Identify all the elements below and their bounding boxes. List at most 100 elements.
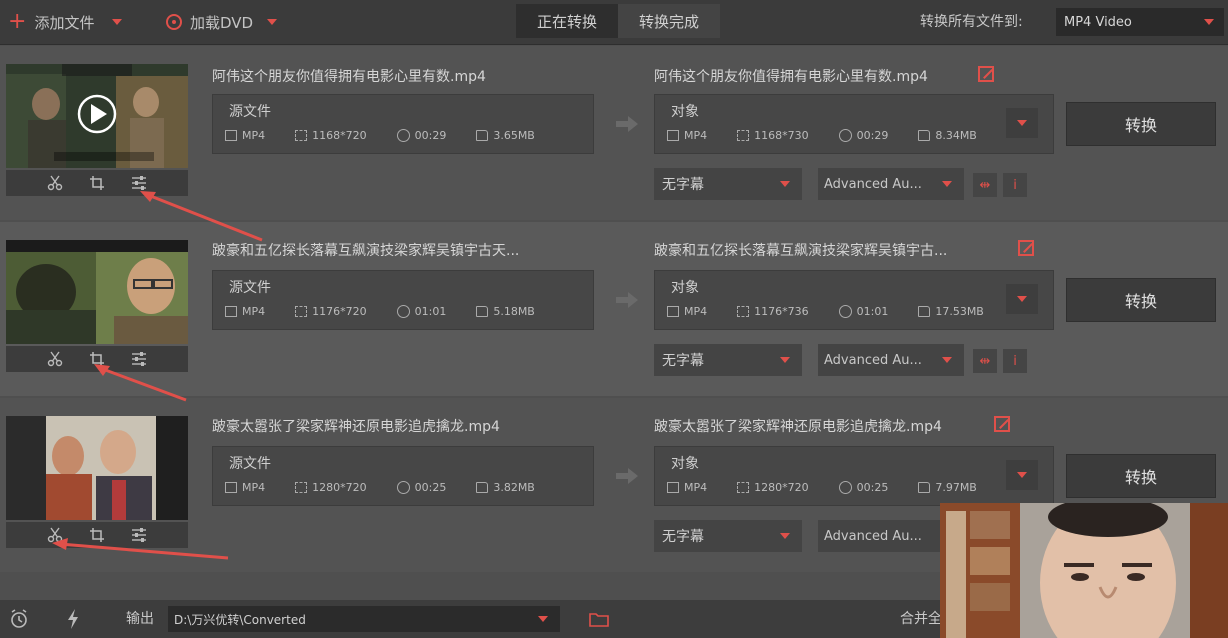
source-file-name: 跛豪太嚣张了梁家辉神还原电影追虎擒龙.mp4	[212, 419, 500, 435]
disc-icon	[166, 14, 182, 30]
edit-icon[interactable]	[994, 416, 1010, 432]
clock-icon	[838, 129, 852, 142]
resolution-icon	[295, 482, 308, 493]
settings-icon[interactable]	[130, 350, 148, 368]
target-settings-dropdown[interactable]	[1006, 284, 1038, 314]
info-icon[interactable]: i	[1003, 173, 1027, 197]
format-value: MP4	[684, 481, 708, 494]
target-settings-dropdown[interactable]	[1006, 108, 1038, 138]
clock-icon	[396, 129, 410, 142]
resolution-icon	[737, 482, 750, 493]
clock-icon	[396, 481, 410, 494]
duration-value: 00:29	[414, 129, 447, 142]
crop-icon[interactable]	[88, 526, 106, 544]
scissors-icon[interactable]	[46, 174, 64, 192]
info-icon[interactable]: i	[1003, 349, 1027, 373]
folder-icon	[476, 130, 489, 141]
merge-all-label: 合并全	[900, 611, 942, 627]
resolution-value: 1168*730	[754, 129, 809, 142]
film-icon	[667, 482, 679, 493]
chevron-down-icon	[1017, 296, 1027, 302]
folder-icon	[918, 130, 931, 141]
source-meta: MP4 1176*720 01:01 5.18MB	[225, 305, 565, 318]
output-path-select[interactable]: D:\万兴优转\Converted	[168, 606, 560, 632]
subtitle-select[interactable]: 无字幕	[654, 344, 802, 376]
output-format-select[interactable]: MP4 Video	[1056, 8, 1224, 36]
audio-track-select[interactable]: Advanced Au...	[818, 168, 964, 200]
chevron-down-icon	[1017, 120, 1027, 126]
target-info-panel: 对象 MP4 1168*730 00:29 8.34MB	[654, 94, 1054, 154]
resolution-icon	[737, 306, 750, 317]
audio-value: Advanced Au...	[824, 176, 922, 192]
split-icon[interactable]: ⇹	[973, 173, 997, 197]
add-file-button[interactable]: + 添加文件	[8, 0, 123, 44]
crop-icon[interactable]	[88, 174, 106, 192]
subtitle-select[interactable]: 无字幕	[654, 520, 802, 552]
format-value: MP4	[242, 481, 266, 494]
source-info-panel: 源文件 MP4 1168*720 00:29 3.65MB	[212, 94, 594, 154]
split-icon[interactable]: ⇹	[973, 349, 997, 373]
video-thumbnail[interactable]	[6, 416, 188, 520]
resolution-value: 1280*720	[754, 481, 809, 494]
target-info-panel: 对象 MP4 1280*720 00:25 7.97MB	[654, 446, 1054, 506]
audio-track-select[interactable]: Advanced Au...	[818, 344, 964, 376]
source-info-panel: 源文件 MP4 1176*720 01:01 5.18MB	[212, 270, 594, 330]
resolution-value: 1168*720	[312, 129, 367, 142]
film-icon	[667, 130, 679, 141]
target-file-name: 跛豪和五亿探长落幕互飙演技梁家辉吴镇宇古...	[654, 243, 948, 259]
format-value: MP4	[242, 305, 266, 318]
convert-button[interactable]: 转换	[1066, 278, 1216, 322]
convert-button[interactable]: 转换	[1066, 454, 1216, 498]
edit-icon[interactable]	[1018, 240, 1034, 256]
target-info-panel: 对象 MP4 1176*736 01:01 17.53MB	[654, 270, 1054, 330]
source-meta: MP4 1168*720 00:29 3.65MB	[225, 129, 565, 142]
settings-icon[interactable]	[130, 526, 148, 544]
scissors-icon[interactable]	[46, 526, 64, 544]
thumbnail-toolbar	[6, 522, 188, 548]
webcam-overlay	[940, 503, 1228, 638]
resolution-value: 1176*736	[754, 305, 809, 318]
source-label: 源文件	[229, 280, 271, 296]
target-meta: MP4 1280*720 00:25 7.97MB	[667, 481, 1007, 494]
resolution-value: 1280*720	[312, 481, 367, 494]
settings-icon[interactable]	[130, 174, 148, 192]
target-settings-dropdown[interactable]	[1006, 460, 1038, 490]
alarm-icon[interactable]	[8, 608, 30, 630]
convert-all-label: 转换所有文件到:	[920, 14, 1023, 30]
load-dvd-button[interactable]: 加载DVD	[166, 0, 278, 44]
target-meta: MP4 1168*730 00:29 8.34MB	[667, 129, 1007, 142]
subtitle-value: 无字幕	[662, 177, 704, 193]
subtitle-select[interactable]: 无字幕	[654, 168, 802, 200]
duration-value: 01:01	[856, 305, 889, 318]
thumbnail-toolbar	[6, 346, 188, 372]
chevron-down-icon	[1204, 19, 1214, 25]
size-value: 3.65MB	[493, 129, 535, 142]
chevron-down-icon	[942, 357, 952, 363]
chevron-down-icon[interactable]	[267, 19, 278, 25]
duration-value: 00:25	[414, 481, 447, 494]
clock-icon	[838, 305, 852, 318]
film-icon	[225, 482, 237, 493]
arrow-right-icon	[616, 292, 638, 308]
video-thumbnail[interactable]	[6, 64, 188, 168]
thumbnail-toolbar	[6, 170, 188, 196]
crop-icon[interactable]	[88, 350, 106, 368]
format-value: MP4	[684, 305, 708, 318]
tab-converted[interactable]: 转换完成	[618, 4, 720, 38]
target-meta: MP4 1176*736 01:01 17.53MB	[667, 305, 1014, 318]
edit-icon[interactable]	[978, 66, 994, 82]
size-value: 7.97MB	[935, 481, 977, 494]
folder-icon[interactable]	[588, 608, 610, 630]
folder-icon	[918, 482, 931, 493]
target-label: 对象	[671, 456, 699, 472]
video-thumbnail[interactable]	[6, 240, 188, 344]
film-icon	[667, 306, 679, 317]
source-file-name: 跛豪和五亿探长落幕互飙演技梁家辉吴镇宇古天...	[212, 243, 520, 259]
convert-button[interactable]: 转换	[1066, 102, 1216, 146]
scissors-icon[interactable]	[46, 350, 64, 368]
lightning-icon[interactable]	[62, 608, 84, 630]
chevron-down-icon[interactable]	[112, 19, 123, 25]
size-value: 3.82MB	[493, 481, 535, 494]
target-label: 对象	[671, 280, 699, 296]
tab-converting[interactable]: 正在转换	[516, 4, 618, 38]
